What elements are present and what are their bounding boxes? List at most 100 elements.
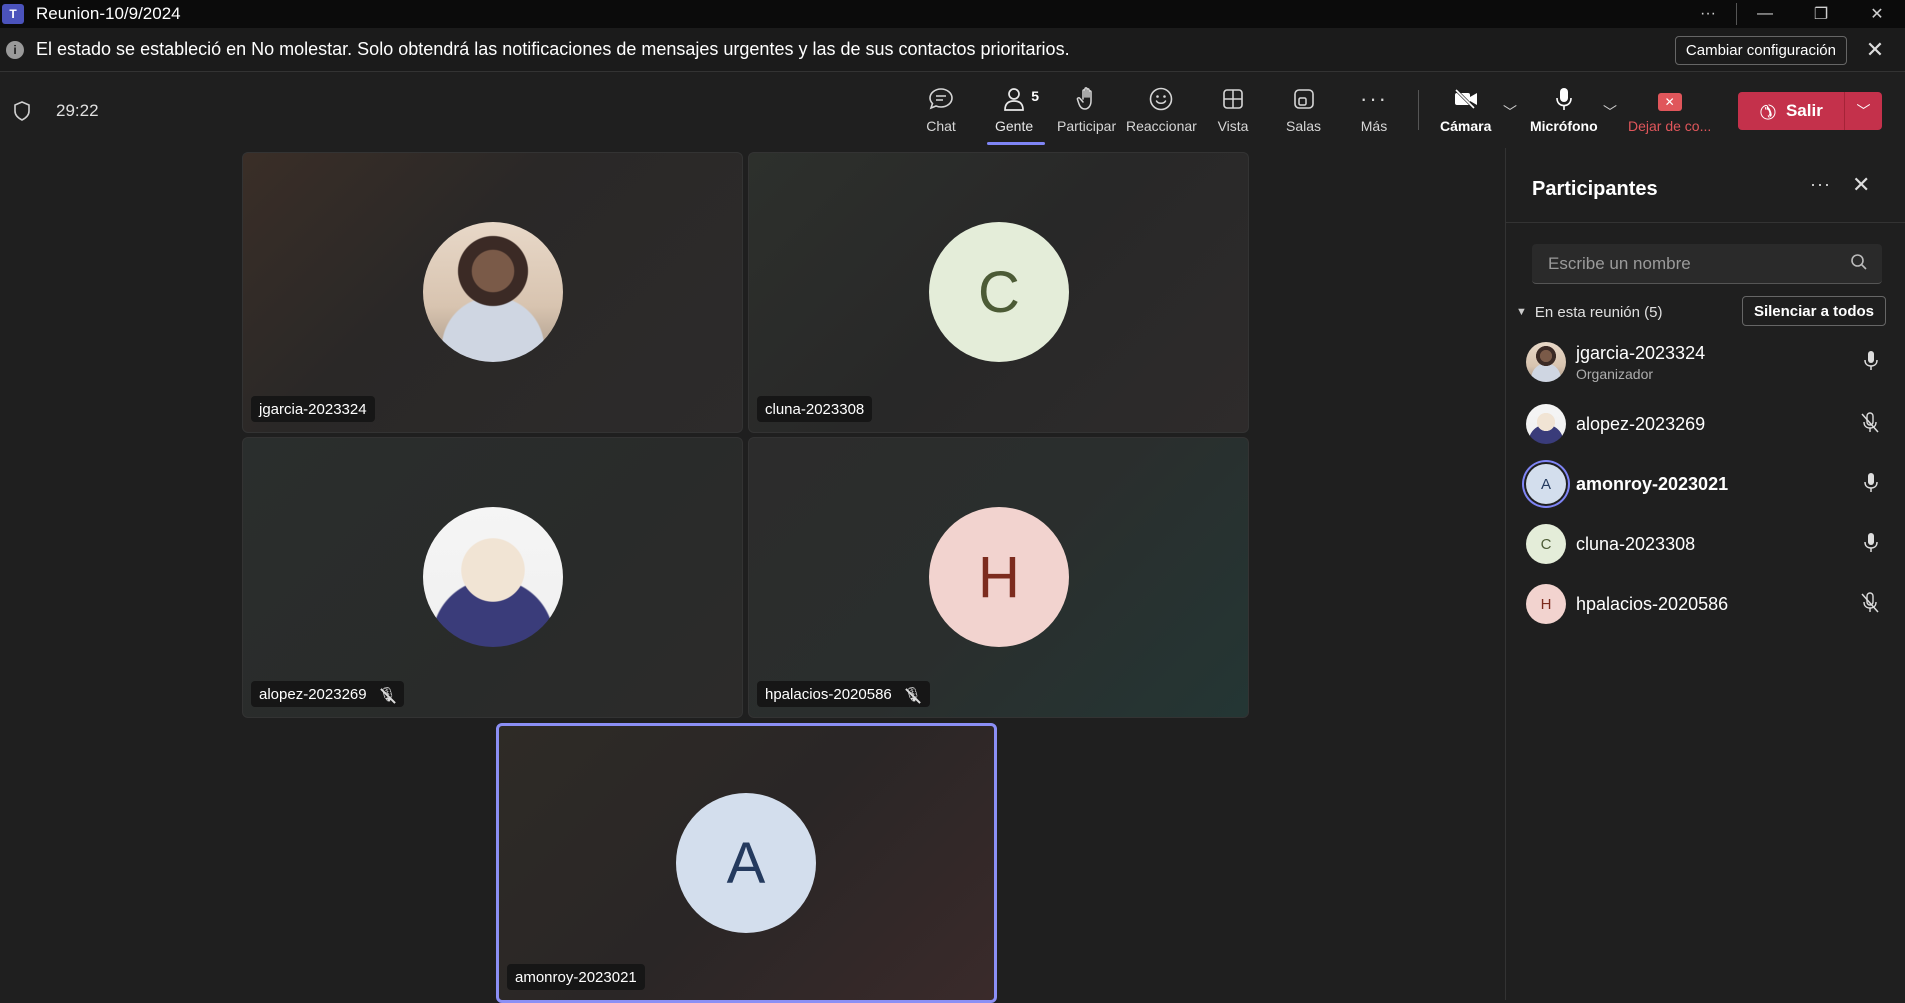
participant-avatar <box>1526 404 1566 444</box>
in-meeting-section[interactable]: ▼ En esta reunión (5) Silenciar a todos <box>1516 296 1886 328</box>
people-icon: 5 <box>997 84 1039 114</box>
participant-initial-avatar: C <box>929 222 1069 362</box>
mute-all-button[interactable]: Silenciar a todos <box>1741 296 1886 326</box>
more-label: Más <box>1360 118 1388 134</box>
participant-search-input[interactable] <box>1532 244 1832 284</box>
raise-hand-label: Participar <box>1057 118 1117 134</box>
video-stage: jgarcia-2023324 C cluna-2023308 alopez-2… <box>0 148 1505 1003</box>
participant-row[interactable]: H hpalacios-2020586 <box>1526 580 1886 628</box>
participant-row[interactable]: A amonroy-2023021 <box>1526 460 1886 508</box>
mic-muted-icon[interactable] <box>1860 412 1880 439</box>
toolbar-divider <box>1418 90 1419 130</box>
leave-label: Salir <box>1785 101 1823 120</box>
more-icon: ··· <box>1360 86 1388 111</box>
people-count: 5 <box>1031 88 1040 104</box>
video-tile[interactable]: H hpalacios-2020586 🎙 <box>748 437 1249 718</box>
close-window-icon[interactable]: ✕ <box>1849 0 1905 28</box>
notice-text: El estado se estableció en No molestar. … <box>36 39 1070 59</box>
video-tile[interactable]: C cluna-2023308 <box>748 152 1249 433</box>
leave-button[interactable]: ✆ Salir ﹀ <box>1738 92 1882 130</box>
people-button[interactable]: 5 Gente <box>995 84 1039 140</box>
tile-name-tag: amonroy-2023021 <box>507 964 645 990</box>
grid-view-icon <box>1216 84 1250 114</box>
participant-photo <box>423 507 563 647</box>
raise-hand-button[interactable]: Participar <box>1057 84 1116 140</box>
mic-on-icon[interactable] <box>1862 472 1880 499</box>
people-active-indicator <box>987 142 1045 145</box>
participant-row[interactable]: alopez-2023269 <box>1526 400 1886 448</box>
participant-initial-avatar: H <box>1526 584 1566 624</box>
window-controls: ··· — ❐ ✕ <box>1680 0 1905 28</box>
chat-button[interactable]: Chat <box>924 84 958 140</box>
video-tile-speaking[interactable]: A amonroy-2023021 <box>496 723 997 1003</box>
shield-icon[interactable] <box>12 100 32 122</box>
mic-muted-icon: 🎙 <box>903 685 922 702</box>
mic-on-icon[interactable] <box>1862 532 1880 559</box>
meeting-toolbar: 29:22 Chat 5 Gente Participar Reaccionar… <box>0 72 1905 148</box>
leave-options-chevron-icon[interactable]: ﹀ <box>1845 101 1882 121</box>
participants-panel: Participantes ··· ✕ ▼ En esta reunión (5… <box>1505 148 1905 1000</box>
participant-name: cluna-2023308 <box>1576 533 1696 554</box>
mic-muted-icon[interactable] <box>1860 592 1880 619</box>
participant-initial-avatar: A <box>676 793 816 933</box>
phone-hangup-icon: ✆ <box>1753 96 1781 125</box>
view-label: Vista <box>1217 118 1249 134</box>
chat-label: Chat <box>926 118 956 134</box>
breakout-rooms-icon <box>1287 84 1321 114</box>
panel-title: Participantes <box>1532 178 1658 200</box>
tile-name: alopez-2023269 <box>259 685 367 703</box>
meeting-timer: 29:22 <box>56 101 99 120</box>
participant-initial-avatar: H <box>929 507 1069 647</box>
hand-icon <box>1070 84 1104 114</box>
chat-icon <box>924 84 958 114</box>
camera-options-chevron-icon[interactable]: ﹀ <box>1503 102 1517 122</box>
teams-logo-icon: T <box>2 4 24 24</box>
change-settings-button[interactable]: Cambiar configuración <box>1674 36 1847 65</box>
rooms-button[interactable]: Salas <box>1286 84 1321 140</box>
react-button[interactable]: Reaccionar <box>1126 84 1197 140</box>
panel-divider <box>1506 222 1905 223</box>
notice-close-icon[interactable]: ✕ <box>1861 36 1889 64</box>
more-button[interactable]: ··· Más <box>1357 84 1391 140</box>
view-button[interactable]: Vista <box>1216 84 1250 140</box>
participant-initial-avatar: C <box>1526 524 1566 564</box>
section-label: En esta reunión (5) <box>1534 303 1663 321</box>
participant-name: hpalacios-2020586 <box>1576 593 1729 614</box>
video-tile[interactable]: alopez-2023269 🎙 <box>242 437 743 718</box>
stop-share-icon: ✕ <box>1653 84 1687 114</box>
restore-icon[interactable]: ❐ <box>1793 0 1849 28</box>
participant-search <box>1532 244 1882 284</box>
mic-on-icon[interactable] <box>1862 350 1880 377</box>
title-bar: T Reunion-10/9/2024 ··· — ❐ ✕ <box>0 0 1905 28</box>
panel-close-icon[interactable]: ✕ <box>1852 172 1870 198</box>
panel-more-icon[interactable]: ··· <box>1810 174 1831 195</box>
participant-row[interactable]: C cluna-2023308 <box>1526 520 1886 568</box>
stop-sharing-label: Dejar de co... <box>1628 118 1712 134</box>
collapse-triangle-icon: ▼ <box>1516 306 1527 318</box>
minimize-icon[interactable]: — <box>1737 0 1793 28</box>
tile-name-tag: cluna-2023308 <box>757 396 873 422</box>
camera-label: Cámara <box>1440 118 1492 134</box>
people-label: Gente <box>995 118 1034 134</box>
search-icon[interactable] <box>1850 253 1868 276</box>
video-tile[interactable]: jgarcia-2023324 <box>242 152 743 433</box>
tile-name-tag: hpalacios-2020586 🎙 <box>757 681 930 707</box>
participant-name: amonroy-2023021 <box>1576 473 1729 494</box>
smile-icon <box>1144 84 1178 114</box>
leave-main[interactable]: ✆ Salir <box>1738 92 1844 130</box>
participant-initial-avatar: A <box>1526 464 1566 504</box>
microphone-button[interactable]: Micrófono <box>1530 84 1598 140</box>
tile-name-tag: jgarcia-2023324 <box>251 396 375 422</box>
participant-role: Organizador <box>1576 365 1654 382</box>
tile-name: cluna-2023308 <box>765 400 865 418</box>
microphone-icon <box>1547 84 1581 114</box>
window-more-icon[interactable]: ··· <box>1680 0 1736 28</box>
stop-sharing-button[interactable]: ✕ Dejar de co... <box>1628 84 1711 140</box>
info-icon: i <box>6 40 24 59</box>
react-label: Reaccionar <box>1126 118 1197 134</box>
microphone-options-chevron-icon[interactable]: ﹀ <box>1603 102 1617 122</box>
rooms-label: Salas <box>1286 118 1322 134</box>
camera-button[interactable]: Cámara <box>1440 84 1491 140</box>
participant-row[interactable]: jgarcia-2023324 Organizador <box>1526 338 1886 386</box>
tile-name-tag: alopez-2023269 🎙 <box>251 681 405 707</box>
